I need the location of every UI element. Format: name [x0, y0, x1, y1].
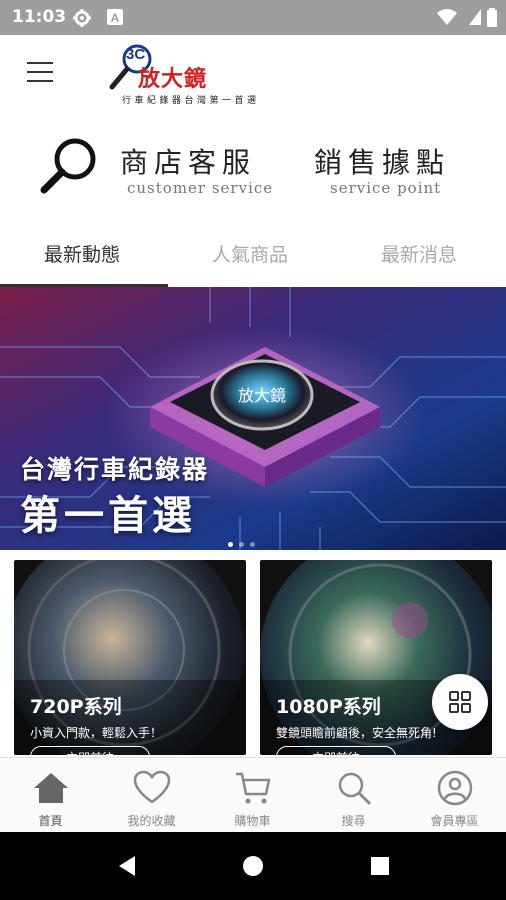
menu-icon[interactable] [27, 62, 53, 84]
search-icon [338, 772, 371, 805]
grid-menu-button[interactable] [432, 674, 488, 730]
customer-service-title: 商店客服 [120, 146, 257, 179]
card-button[interactable]: 立即前往 [276, 746, 396, 755]
svg-text:A: A [111, 11, 120, 25]
logo-name: 放大鏡 [138, 67, 208, 92]
nav-label: 搜尋 [341, 814, 366, 828]
card-subtitle: 小資入門款，輕鬆入手！ [30, 726, 163, 740]
service-point-title: 銷售據點 [314, 146, 451, 179]
nav-home[interactable]: 首頁 [0, 758, 101, 833]
recents-icon[interactable] [370, 856, 390, 880]
carousel-dots[interactable] [228, 532, 261, 550]
card-title: 720P系列 [30, 696, 122, 718]
carousel-dot[interactable] [239, 542, 244, 547]
nav-member[interactable]: 會員專區 [404, 758, 505, 833]
hero-banner[interactable]: 放大鏡 台灣行車紀錄器 第一首選 [0, 287, 506, 550]
gear-icon [72, 8, 92, 32]
signal-icon [468, 8, 482, 30]
logo-tagline: 行車紀錄器台灣第一首選 [122, 96, 260, 106]
a-icon: A [106, 8, 124, 30]
battery-icon [486, 8, 498, 32]
tab-latest-activity[interactable]: 最新動態 [44, 240, 120, 267]
tab-bar: 最新動態 人氣商品 最新消息 [0, 228, 506, 286]
app-header: 3C 放大鏡 行車紀錄器台灣第一首選 [0, 35, 506, 115]
grid-icon [448, 690, 472, 718]
bottom-navigation: 首頁 我的收藏 購物車 搜尋 會員專區 [0, 757, 506, 833]
magnifier-icon [38, 135, 100, 201]
nav-label: 我的收藏 [127, 814, 176, 828]
status-bar: 11:03 A [0, 0, 506, 35]
nav-search[interactable]: 搜尋 [303, 758, 404, 833]
banner-chip-text: 放大鏡 [238, 386, 286, 405]
nav-favorites[interactable]: 我的收藏 [101, 758, 202, 833]
nav-label: 購物車 [234, 814, 271, 828]
customer-service-subtitle: customer service [127, 179, 274, 197]
card-title: 1080P系列 [276, 696, 381, 718]
product-card-720p[interactable]: 720P系列 小資入門款，輕鬆入手！ 立即前往 [14, 560, 246, 755]
heart-icon [133, 770, 171, 804]
home-icon [34, 773, 68, 803]
user-icon [437, 770, 473, 806]
status-time: 11:03 [12, 7, 67, 27]
system-navigation-bar [0, 832, 506, 900]
banner-line1: 台灣行車紀錄器 [20, 455, 210, 484]
home-circle-icon[interactable] [242, 855, 264, 881]
nav-cart[interactable]: 購物車 [202, 758, 303, 833]
nav-label: 會員專區 [430, 814, 479, 828]
wifi-icon [436, 8, 458, 30]
cart-icon [236, 772, 271, 804]
logo[interactable]: 3C 放大鏡 行車紀錄器台灣第一首選 [108, 43, 308, 109]
card-button[interactable]: 立即前往 [30, 746, 150, 755]
tab-popular-products[interactable]: 人氣商品 [212, 240, 288, 267]
tab-latest-news[interactable]: 最新消息 [381, 240, 457, 267]
carousel-dot[interactable] [250, 542, 255, 547]
carousel-dot[interactable] [228, 542, 233, 547]
service-point-link[interactable]: 銷售據點 service point [310, 135, 480, 205]
banner-line2: 第一首選 [20, 493, 196, 539]
nav-label: 首頁 [38, 814, 63, 828]
card-subtitle: 雙鏡頭瞻前顧後，安全無死角! [276, 726, 437, 740]
back-icon[interactable] [115, 854, 137, 882]
customer-service-link[interactable]: 商店客服 customer service [38, 135, 278, 205]
service-point-subtitle: service point [330, 179, 442, 197]
